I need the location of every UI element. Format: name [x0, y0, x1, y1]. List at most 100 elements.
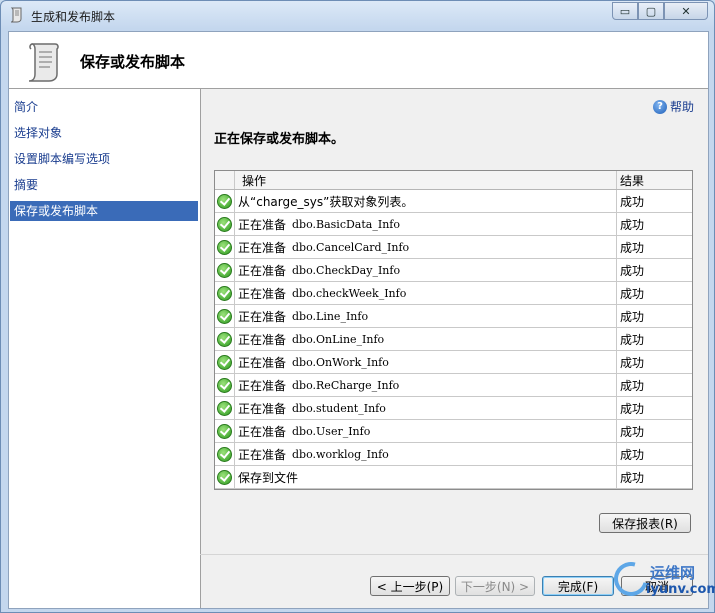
operation-text: 正在准备 [238, 240, 287, 255]
operation-text: 正在准备 [238, 401, 287, 416]
success-check-icon [217, 262, 232, 278]
row-status-cell [215, 351, 235, 373]
maximize-button[interactable]: ▢ [638, 2, 664, 20]
table-row[interactable]: 正在准备 dbo.CancelCard_Info 成功 [215, 236, 692, 259]
object-name: dbo.Line_Info [292, 309, 369, 323]
help-link[interactable]: ? 帮助 [652, 98, 694, 115]
object-name: dbo.OnLine_Info [292, 332, 385, 346]
success-check-icon [217, 239, 232, 255]
operation-text: 从“charge_sys”获取对象列表。 [238, 194, 414, 209]
object-name: dbo.worklog_Info [292, 447, 389, 461]
row-status-cell [215, 466, 235, 488]
page-title: 保存或发布脚本 [80, 53, 186, 71]
result-cell: 成功 [616, 190, 692, 212]
table-row[interactable]: 正在准备 dbo.OnWork_Info 成功 [215, 351, 692, 374]
table-row[interactable]: 从“charge_sys”获取对象列表。 成功 [215, 190, 692, 213]
scroll-icon [28, 43, 59, 82]
result-cell: 成功 [616, 466, 692, 488]
table-row[interactable]: 正在准备 dbo.BasicData_Info 成功 [215, 213, 692, 236]
operation-cell: 正在准备 dbo.ReCharge_Info [238, 374, 614, 396]
watermark-brand: 运维网 [650, 564, 696, 582]
operation-text: 正在准备 [238, 447, 287, 462]
operation-text: 保存到文件 [238, 470, 299, 485]
object-name: dbo.ReCharge_Info [292, 378, 400, 392]
success-check-icon [217, 308, 232, 324]
nav-item-choose-objects[interactable]: 选择对象 [10, 123, 198, 143]
prev-button[interactable]: < 上一步(P) [370, 576, 450, 596]
operation-text: 正在准备 [238, 286, 287, 301]
success-check-icon [217, 400, 232, 416]
operation-text: 正在准备 [238, 378, 287, 393]
success-check-icon [217, 216, 232, 232]
title-bar[interactable]: 生成和发布脚本 ▭ ▢ ✕ [1, 1, 714, 30]
result-cell: 成功 [616, 351, 692, 373]
row-status-cell [215, 236, 235, 258]
minimize-button[interactable]: ▭ [612, 2, 638, 20]
operation-cell: 正在准备 dbo.OnLine_Info [238, 328, 614, 350]
operation-cell: 从“charge_sys”获取对象列表。 [238, 190, 614, 212]
nav-item-save-or-publish[interactable]: 保存或发布脚本 [10, 201, 198, 221]
nav-item-summary[interactable]: 摘要 [10, 175, 198, 195]
finish-button[interactable]: 完成(F) [542, 576, 614, 596]
success-check-icon [217, 354, 232, 370]
header-icon-column [215, 171, 235, 189]
row-status-cell [215, 443, 235, 465]
footer-divider [200, 554, 708, 555]
object-name: dbo.student_Info [292, 401, 386, 415]
success-check-icon [217, 469, 232, 485]
table-row[interactable]: 正在准备 dbo.Line_Info 成功 [215, 305, 692, 328]
column-header-operation[interactable]: 操作 [238, 171, 618, 189]
operation-cell: 正在准备 dbo.Line_Info [238, 305, 614, 327]
table-row[interactable]: 正在准备 dbo.ReCharge_Info 成功 [215, 374, 692, 397]
table-row[interactable]: 正在准备 dbo.checkWeek_Info 成功 [215, 282, 692, 305]
result-cell: 成功 [616, 420, 692, 442]
table-row[interactable]: 正在准备 dbo.worklog_Info 成功 [215, 443, 692, 466]
operation-text: 正在准备 [238, 332, 287, 347]
result-cell: 成功 [616, 236, 692, 258]
result-cell: 成功 [616, 282, 692, 304]
result-cell: 成功 [616, 305, 692, 327]
table-row[interactable]: 正在准备 dbo.CheckDay_Info 成功 [215, 259, 692, 282]
results-grid: 操作 结果 从“charge_sys”获取对象列表。 成功 正在准备 dbo.Basi… [214, 170, 693, 490]
operation-cell: 正在准备 dbo.checkWeek_Info [238, 282, 614, 304]
result-cell: 成功 [616, 397, 692, 419]
operation-text: 正在准备 [238, 309, 287, 324]
success-check-icon [217, 285, 232, 301]
operation-cell: 保存到文件 [238, 466, 614, 488]
column-header-result[interactable]: 结果 [616, 171, 692, 189]
table-row[interactable]: 正在准备 dbo.student_Info 成功 [215, 397, 692, 420]
dialog-client: 保存或发布脚本 简介 选择对象 设置脚本编写选项 摘要 保存或发布脚本 ? 帮助… [8, 31, 709, 609]
row-status-cell [215, 282, 235, 304]
help-icon: ? [652, 99, 667, 114]
operation-text: 正在准备 [238, 424, 287, 439]
save-report-button[interactable]: 保存报表(R) [599, 513, 691, 533]
object-name: dbo.CancelCard_Info [292, 240, 410, 254]
table-row[interactable]: 正在准备 dbo.OnLine_Info 成功 [215, 328, 692, 351]
row-status-cell [215, 305, 235, 327]
table-row[interactable]: 保存到文件 成功 [215, 466, 692, 489]
result-cell: 成功 [616, 374, 692, 396]
success-check-icon [217, 377, 232, 393]
row-status-cell [215, 328, 235, 350]
close-button[interactable]: ✕ [664, 2, 708, 20]
object-name: dbo.CheckDay_Info [292, 263, 401, 277]
success-check-icon [217, 423, 232, 439]
object-name: dbo.BasicData_Info [292, 217, 400, 231]
row-status-cell [215, 420, 235, 442]
nav-item-scripting-options[interactable]: 设置脚本编写选项 [10, 149, 198, 169]
maximize-icon: ▢ [645, 4, 657, 18]
row-status-cell [215, 190, 235, 212]
operation-cell: 正在准备 dbo.CancelCard_Info [238, 236, 614, 258]
result-cell: 成功 [616, 213, 692, 235]
table-row[interactable]: 正在准备 dbo.User_Info 成功 [215, 420, 692, 443]
operation-cell: 正在准备 dbo.User_Info [238, 420, 614, 442]
nav-item-intro[interactable]: 简介 [10, 97, 198, 117]
row-status-cell [215, 374, 235, 396]
success-check-icon [217, 331, 232, 347]
row-status-cell [215, 259, 235, 281]
next-button[interactable]: 下一步(N) > [455, 576, 535, 596]
success-check-icon [217, 446, 232, 462]
wizard-header: 保存或发布脚本 [9, 32, 708, 89]
result-cell: 成功 [616, 259, 692, 281]
close-icon: ✕ [681, 4, 691, 18]
